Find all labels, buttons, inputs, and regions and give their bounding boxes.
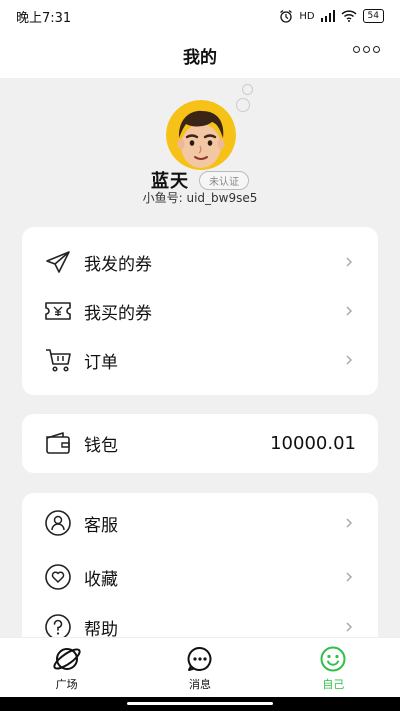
status-icons: HD 54 xyxy=(279,9,384,23)
menu-item-my-bought-coupons[interactable]: 我买的券 xyxy=(22,287,378,335)
wallet-balance: 10000.01 xyxy=(270,432,356,454)
planet-icon xyxy=(53,647,81,670)
bubble-decoration xyxy=(236,98,250,112)
menu-item-customer-service[interactable]: 客服 xyxy=(22,499,378,547)
menu-item-label: 收藏 xyxy=(84,569,118,590)
status-time: 晚上7:31 xyxy=(16,10,72,26)
tab-label: 广场 xyxy=(55,677,78,691)
chevron-right-icon xyxy=(346,355,353,365)
signal-icon xyxy=(320,10,335,22)
chevron-right-icon xyxy=(346,622,353,632)
smile-icon xyxy=(320,646,346,671)
menu-item-label: 帮助 xyxy=(84,619,118,640)
profile-section: 蓝天 未认证 小鱼号: uid_bw9se5 xyxy=(0,78,400,218)
status-bar: 晚上7:31 HD 54 xyxy=(0,0,400,32)
nav-bar: 我的 xyxy=(0,32,400,78)
menu-item-favorites[interactable]: 收藏 xyxy=(22,553,378,601)
tab-plaza[interactable]: 广场 xyxy=(0,638,133,698)
home-indicator-bar xyxy=(0,697,400,711)
menu-card: 我发的券 我买的券 订单 xyxy=(22,227,378,395)
wallet-icon xyxy=(44,429,72,457)
wallet-row[interactable]: 钱包 10000.01 xyxy=(22,419,378,467)
chat-icon xyxy=(187,646,212,671)
menu-item-orders[interactable]: 订单 xyxy=(22,336,378,384)
cart-icon xyxy=(44,346,72,374)
chevron-right-icon xyxy=(346,257,353,267)
tab-bar: 广场 消息 自己 xyxy=(0,637,400,698)
tab-messages[interactable]: 消息 xyxy=(133,638,266,698)
tab-self[interactable]: 自己 xyxy=(267,638,400,698)
wifi-icon xyxy=(341,10,357,22)
more-dots-icon[interactable] xyxy=(353,46,380,53)
service-card: 客服 收藏 帮助 xyxy=(22,493,378,653)
page-title: 我的 xyxy=(183,47,217,68)
chevron-right-icon xyxy=(346,518,353,528)
customer-service-icon xyxy=(44,509,72,537)
avatar[interactable] xyxy=(166,100,236,170)
alarm-icon xyxy=(280,10,293,23)
chevron-right-icon xyxy=(346,572,353,582)
yen-ticket-icon xyxy=(44,297,72,325)
menu-item-label: 订单 xyxy=(84,352,118,373)
menu-item-label: 我发的券 xyxy=(84,254,152,275)
tab-label: 自己 xyxy=(322,677,345,691)
heart-icon xyxy=(44,563,72,591)
verify-badge[interactable]: 未认证 xyxy=(199,170,249,190)
user-uid: 小鱼号: uid_bw9se5 xyxy=(142,191,258,205)
home-indicator[interactable] xyxy=(127,702,273,705)
wallet-card[interactable]: 钱包 10000.01 xyxy=(22,414,378,473)
battery-indicator: 54 xyxy=(362,9,384,23)
chevron-right-icon xyxy=(346,306,353,316)
menu-item-my-issued-coupons[interactable]: 我发的券 xyxy=(22,238,378,286)
menu-item-label: 我买的券 xyxy=(84,303,152,324)
menu-item-label: 客服 xyxy=(84,515,118,536)
bubble-decoration xyxy=(242,84,253,95)
signal-label: HD xyxy=(299,10,315,22)
tab-label: 消息 xyxy=(188,677,211,691)
paper-plane-icon xyxy=(44,248,72,276)
